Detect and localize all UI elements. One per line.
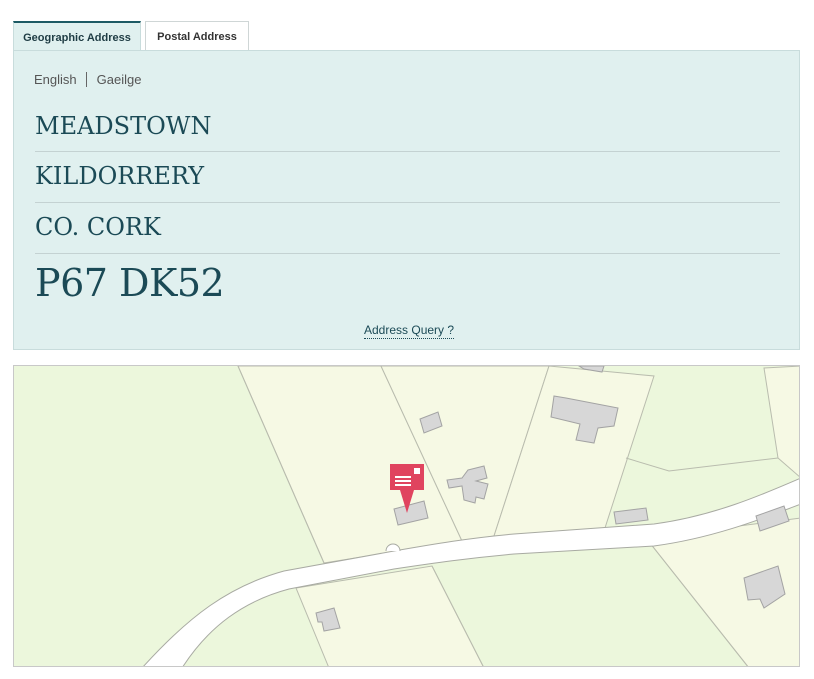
map-canvas[interactable] [14,366,800,667]
language-divider [85,72,87,87]
language-switcher: English Gaeilge [34,72,141,87]
address-line-2: KILDORRERY [35,152,780,203]
tab-postal-address[interactable]: Postal Address [145,21,249,51]
marker-line [395,480,411,482]
address-panel: English Gaeilge MEADSTOWN KILDORRERY CO.… [13,50,800,350]
address-line-3: CO. CORK [35,203,780,254]
marker-line [395,476,411,478]
language-irish-link[interactable]: Gaeilge [97,72,142,87]
marker-stamp [414,468,420,474]
map-view[interactable] [13,365,800,667]
address-line-1: MEADSTOWN [35,111,780,152]
language-english-link[interactable]: English [34,72,77,87]
tab-geographic-address[interactable]: Geographic Address [13,21,141,52]
address-query-link[interactable]: Address Query ? [364,323,455,339]
marker-line [395,484,411,486]
eircode: P67 DK52 [35,261,225,305]
